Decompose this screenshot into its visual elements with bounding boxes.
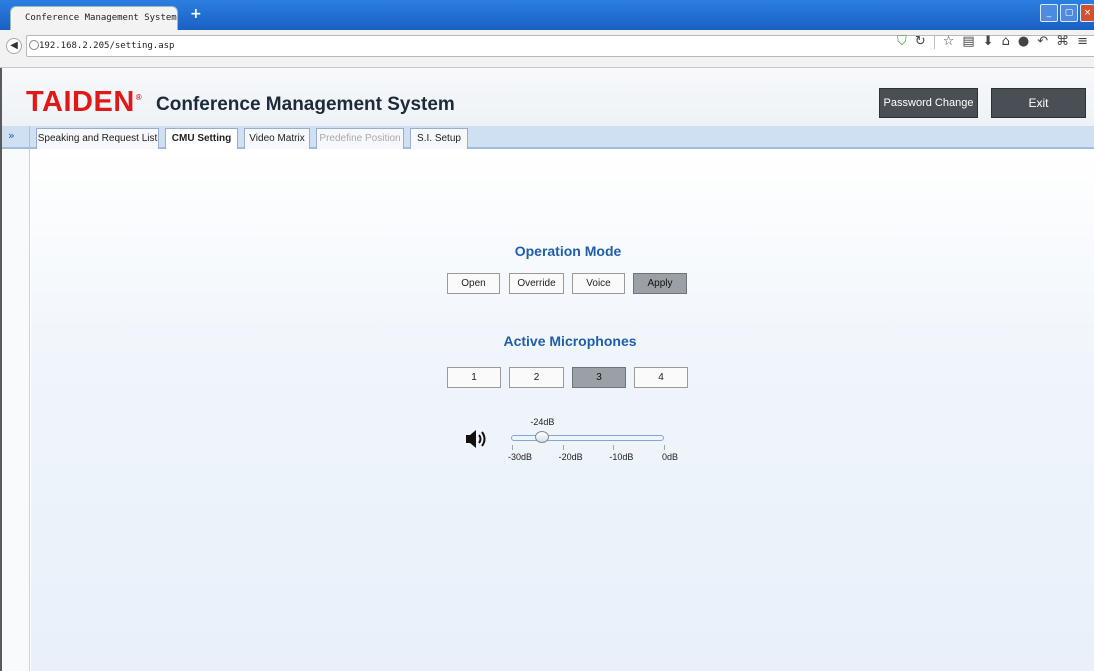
download-icon[interactable]: ⬇ xyxy=(983,34,994,49)
new-tab-button[interactable]: + xyxy=(190,7,202,21)
browser-tab[interactable]: Conference Management System xyxy=(10,6,178,30)
expand-sidebar-button[interactable]: » xyxy=(2,126,30,149)
active-microphones-title: Active Microphones xyxy=(503,333,637,349)
exit-button[interactable]: Exit xyxy=(991,88,1086,118)
menu-icon[interactable]: ≡ xyxy=(1077,34,1088,49)
reload-icon[interactable]: ↻ xyxy=(915,34,926,49)
app-header: TAIDEN® Conference Management System Pas… xyxy=(2,68,1094,126)
operation-mode-title: Operation Mode xyxy=(514,243,622,259)
web-page: TAIDEN® Conference Management System Pas… xyxy=(0,68,1094,671)
shield-icon[interactable]: ⛉ xyxy=(897,34,907,49)
back-button[interactable]: ◀ xyxy=(6,38,22,54)
volume-value-label: -24dB xyxy=(530,417,555,427)
toolbar-divider xyxy=(933,34,935,49)
mode-override-button[interactable]: Override xyxy=(509,273,564,294)
tab-predefine-position: Predefine Position xyxy=(316,128,404,149)
collapsed-sidebar xyxy=(2,149,30,671)
volume-tick-label: 0dB xyxy=(662,452,679,462)
mode-apply-button[interactable]: Apply xyxy=(633,273,687,294)
tab-si-setup[interactable]: S.I. Setup xyxy=(410,128,468,149)
tab-speaking-and-request-list[interactable]: Speaking and Request List xyxy=(36,128,159,149)
volume-tick-label: -20dB xyxy=(558,452,583,462)
globe-icon xyxy=(29,40,39,50)
microphones-1-button[interactable]: 1 xyxy=(447,367,501,388)
volume-tick xyxy=(512,445,513,450)
password-change-button[interactable]: Password Change xyxy=(879,88,978,118)
reading-list-icon[interactable]: ▤ xyxy=(962,34,974,49)
logo-text: TAIDEN xyxy=(26,86,135,118)
maximize-icon[interactable]: ▢ xyxy=(1060,4,1078,22)
url-text: 192.168.2.205/setting.asp xyxy=(39,41,175,51)
close-icon[interactable]: × xyxy=(1080,4,1094,22)
mode-voice-button[interactable]: Voice xyxy=(572,273,625,294)
undo-icon[interactable]: ↶ xyxy=(1037,34,1048,49)
registered-mark: ® xyxy=(135,93,143,103)
volume-slider-handle[interactable] xyxy=(535,431,550,443)
microphones-4-button[interactable]: 4 xyxy=(634,367,688,388)
tab-bar: » Speaking and Request List CMU Setting … xyxy=(2,126,1094,151)
volume-tick xyxy=(664,445,665,450)
browser-tab-title: Conference Management System xyxy=(25,13,177,23)
window-controls: _ ▢ × xyxy=(1040,4,1094,22)
taiden-logo: TAIDEN® xyxy=(26,86,142,119)
cmu-setting-panel: Operation Mode Open Override Voice Apply… xyxy=(31,149,1094,671)
arrow-left-icon: ◀ xyxy=(10,40,18,51)
home-icon[interactable]: ⌂ xyxy=(1002,34,1010,49)
minimize-icon[interactable]: _ xyxy=(1040,4,1058,22)
volume-tick xyxy=(562,445,564,450)
microphones-2-button[interactable]: 2 xyxy=(509,367,564,388)
speaker-icon xyxy=(466,430,486,448)
chat-icon[interactable]: ● xyxy=(1018,34,1029,49)
browser-navbar: ◀ 192.168.2.205/setting.asp ⛉ ↻ ☆ ▤ ⬇ ⌂ … xyxy=(0,30,1094,68)
tab-video-matrix[interactable]: Video Matrix xyxy=(244,128,310,149)
volume-tick-label: -30dB xyxy=(508,452,533,462)
app-title: Conference Management System xyxy=(156,94,455,115)
volume-slider-track[interactable] xyxy=(511,435,664,441)
tab-cmu-setting[interactable]: CMU Setting xyxy=(165,128,238,151)
double-chevron-right-icon: » xyxy=(8,129,15,142)
microphones-3-button[interactable]: 3 xyxy=(572,367,626,388)
browser-titlebar: Conference Management System + _ ▢ × xyxy=(0,0,1094,30)
browser-toolbar: ⛉ ↻ ☆ ▤ ⬇ ⌂ ● ↶ ⌘ ≡ xyxy=(897,34,1088,49)
star-icon[interactable]: ☆ xyxy=(943,34,955,49)
mode-open-button[interactable]: Open xyxy=(447,273,500,294)
volume-tick-label: -10dB xyxy=(609,452,634,462)
tools-icon[interactable]: ⌘ xyxy=(1056,34,1069,49)
volume-tick xyxy=(613,445,615,450)
